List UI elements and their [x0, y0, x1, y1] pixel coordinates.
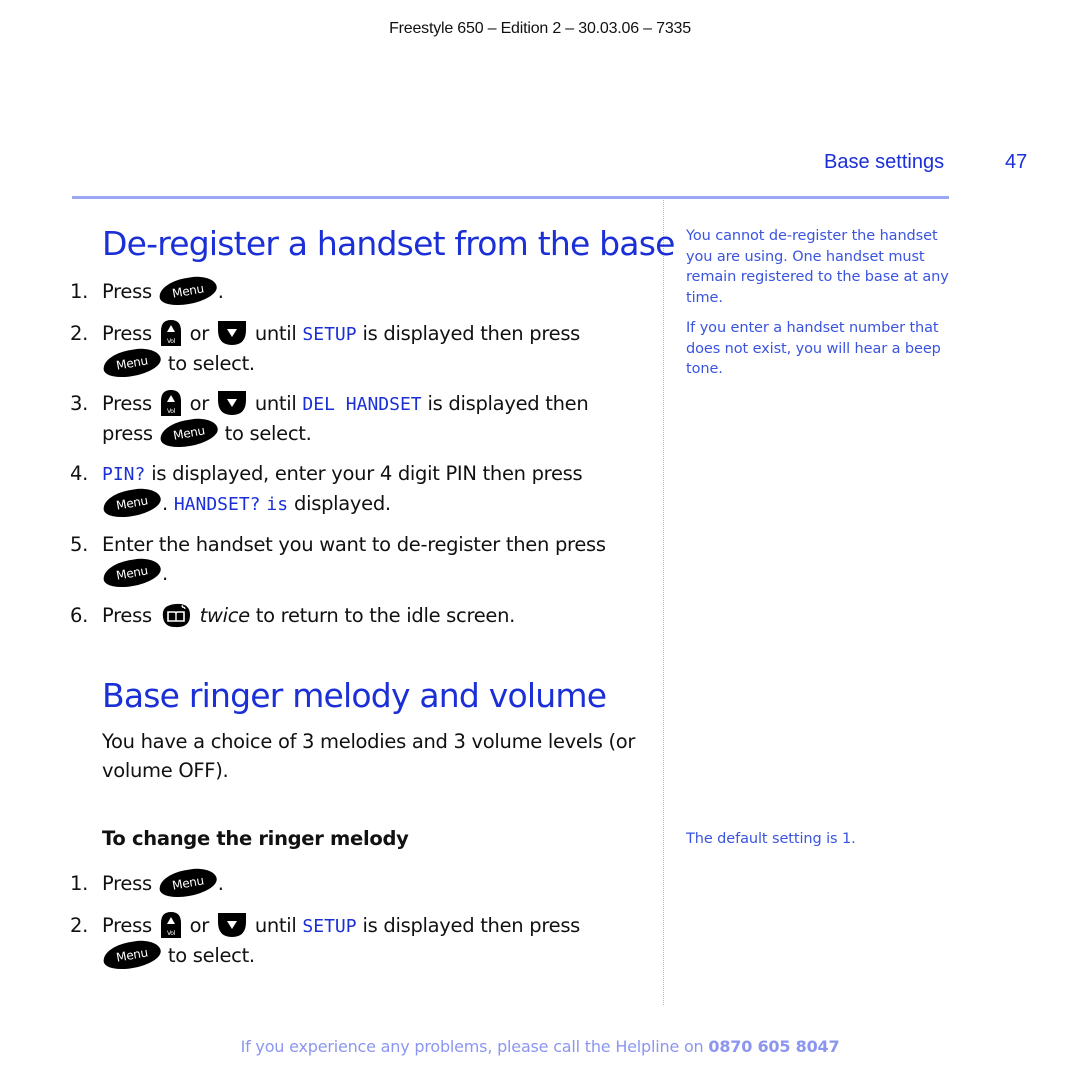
- phonebook-back-key-icon: [162, 603, 190, 627]
- deregister-step-5: 5. Enter the handset you want to de-regi…: [70, 530, 640, 591]
- step-text: .: [162, 492, 168, 515]
- lcd-text-setup: SETUP: [302, 324, 357, 345]
- deregister-step-6: 6. Press twice to return to the idle scr…: [70, 601, 640, 631]
- down-key-icon: [217, 912, 246, 937]
- deregister-step-3: 3. Press Vol or until DEL HANDSET is dis…: [70, 389, 640, 451]
- step-number: 6.: [70, 604, 89, 627]
- header-rule: [72, 196, 949, 199]
- footer-text: If you experience any problems, please c…: [240, 1037, 704, 1056]
- vol-up-key-icon: Vol: [160, 319, 181, 346]
- menu-key-icon: Menu: [157, 414, 220, 451]
- lcd-text-setup: SETUP: [302, 916, 357, 937]
- menu-key-icon: Menu: [156, 864, 219, 901]
- down-key-icon: [217, 390, 246, 415]
- step-number: 2.: [70, 322, 89, 345]
- sidebar-note: The default setting is 1.: [686, 831, 856, 847]
- ringer-intro: You have a choice of 3 melodies and 3 vo…: [102, 730, 636, 782]
- step-text: until: [254, 322, 297, 345]
- step-number: 1.: [70, 872, 89, 895]
- down-key-icon: [217, 320, 246, 345]
- step-text: or: [189, 322, 210, 345]
- step-text: Enter the handset you want to de-registe…: [102, 533, 606, 556]
- step-text: .: [162, 562, 168, 585]
- deregister-step-2: 2. Press Vol or until SETUP is displayed…: [70, 319, 640, 381]
- step-text: or: [189, 392, 210, 415]
- section-title-ringer: Base ringer melody and volume: [102, 676, 607, 715]
- ringer-step-2: 2. Press Vol or until SETUP is displayed…: [70, 911, 640, 973]
- step-text: to select.: [167, 944, 255, 967]
- sidebar-notes-ringer: The default setting is 1.: [686, 829, 956, 860]
- lcd-text-is: is: [266, 494, 289, 515]
- step-text: is displayed then press: [362, 322, 581, 345]
- svg-text:Vol: Vol: [167, 408, 176, 415]
- step-number: 5.: [70, 533, 89, 556]
- step-text: Press: [102, 280, 152, 303]
- step-text: until: [254, 392, 297, 415]
- vol-up-key-icon: Vol: [160, 911, 181, 938]
- menu-key-icon: Menu: [101, 936, 163, 973]
- subheading-change-melody: To change the ringer melody: [102, 827, 409, 850]
- step-text-emphasis: twice: [199, 604, 251, 627]
- menu-key-icon: Menu: [156, 272, 219, 309]
- step-text: .: [217, 280, 224, 303]
- step-text: until: [254, 914, 297, 937]
- step-text: to select.: [224, 422, 312, 445]
- step-number: 2.: [70, 914, 89, 937]
- column-divider: [663, 200, 664, 1005]
- step-text: or: [189, 914, 210, 937]
- step-text: Press: [102, 914, 152, 937]
- lcd-text-del-handset: DEL HANDSET: [302, 394, 422, 415]
- step-number: 3.: [70, 392, 89, 415]
- svg-text:Vol: Vol: [167, 930, 176, 937]
- step-text: is displayed, enter your 4 digit PIN the…: [151, 462, 583, 485]
- lcd-text-handset: HANDSET?: [173, 494, 261, 515]
- step-text: Press: [102, 872, 152, 895]
- step-text: is displayed then press: [362, 914, 581, 937]
- page-number: 47: [1005, 151, 1028, 173]
- deregister-step-1: 1. Press Menu.: [70, 272, 640, 309]
- step-text: is displayed then: [427, 392, 589, 415]
- step-text: to select.: [167, 352, 255, 375]
- step-text: Press: [102, 322, 152, 345]
- menu-key-icon: Menu: [101, 344, 163, 381]
- helpline-phone-number: 0870 605 8047: [708, 1037, 840, 1056]
- sidebar-notes-deregister: You cannot de-register the handset you a…: [686, 226, 956, 390]
- section-name: Base settings: [824, 151, 945, 173]
- vol-up-key-icon: Vol: [160, 389, 181, 416]
- svg-text:Vol: Vol: [167, 338, 176, 345]
- sidebar-note: If you enter a handset number that does …: [686, 320, 941, 377]
- menu-key-icon: Menu: [101, 554, 163, 591]
- step-number: 1.: [70, 280, 89, 303]
- step-text: .: [217, 872, 224, 895]
- sidebar-note: You cannot de-register the handset you a…: [686, 228, 949, 306]
- ringer-step-1: 1. Press Menu.: [70, 864, 640, 901]
- step-text: press: [102, 422, 153, 445]
- helpline-footer: If you experience any problems, please c…: [0, 1037, 1080, 1056]
- menu-key-icon: Menu: [101, 484, 163, 521]
- document-info-header: Freestyle 650 – Edition 2 – 30.03.06 – 7…: [389, 20, 691, 37]
- step-number: 4.: [70, 462, 89, 485]
- step-text: to return to the idle screen.: [255, 604, 516, 627]
- deregister-step-4: 4. PIN? is displayed, enter your 4 digit…: [70, 459, 640, 521]
- lcd-text-pin: PIN?: [102, 464, 146, 485]
- step-text: Press: [102, 392, 152, 415]
- step-text: Press: [102, 604, 152, 627]
- step-text: displayed.: [294, 492, 391, 515]
- section-title-deregister: De-register a handset from the base: [102, 224, 675, 263]
